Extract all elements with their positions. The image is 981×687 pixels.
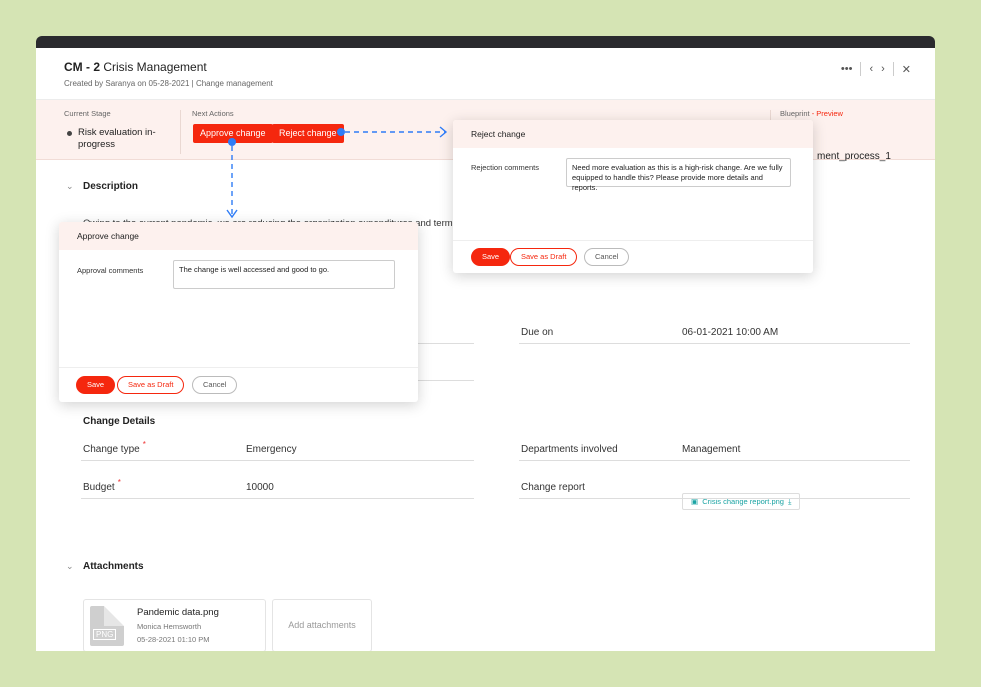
connector-dot — [228, 138, 236, 146]
connector-dot — [337, 128, 345, 136]
approve-connector — [226, 138, 238, 219]
reject-connector — [337, 126, 448, 138]
connector-overlay — [226, 126, 448, 219]
arrow-head-icon — [439, 126, 448, 138]
